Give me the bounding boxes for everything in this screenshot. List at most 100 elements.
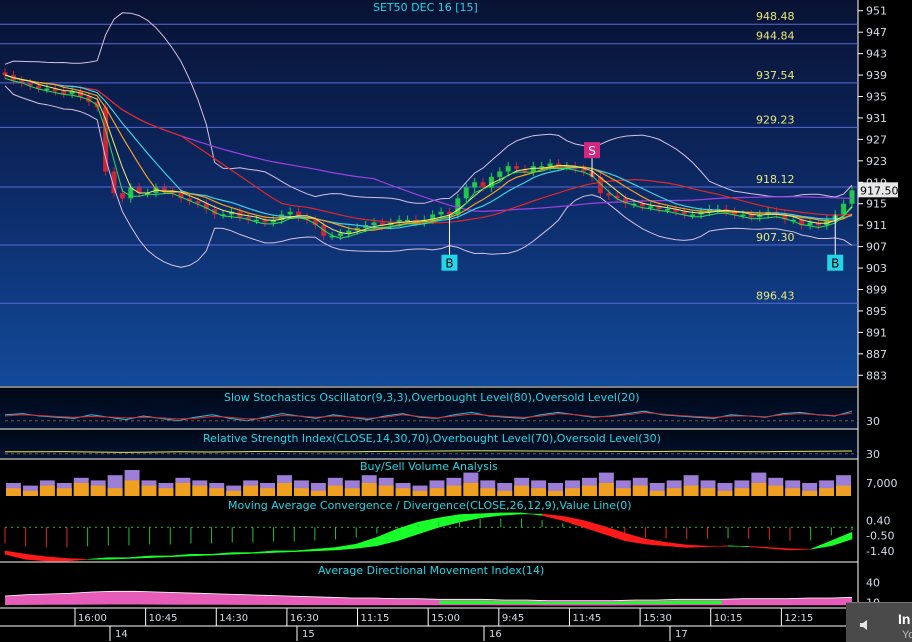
price-tick-label: 891 — [866, 326, 887, 339]
candle-body — [690, 214, 696, 216]
volume-buy-bar — [802, 490, 818, 496]
candle-body — [841, 203, 847, 215]
time-tick-label: 11:15 — [361, 613, 390, 624]
candle-body — [497, 171, 503, 177]
volume-buy-bar — [836, 485, 851, 496]
main-chart-title: SET50 DEC 16 [15] — [373, 1, 478, 14]
volume-buy-bar — [310, 490, 326, 496]
time-tick-label: 15:00 — [431, 613, 460, 624]
macd-tick-label: -0.50 — [866, 530, 894, 543]
candle-body — [665, 209, 671, 211]
volume-buy-bar — [497, 490, 513, 496]
volume-buy-bar — [226, 490, 242, 496]
macd-tick-label: 0.40 — [866, 514, 891, 527]
volume-buy-bar — [22, 490, 38, 496]
volume-buy-bar — [463, 483, 479, 496]
signal-label: B — [831, 257, 839, 271]
candle-body — [740, 214, 746, 216]
level-label: 948.48 — [756, 10, 795, 23]
volume-buy-bar — [548, 490, 564, 496]
volume-buy-bar — [615, 488, 631, 496]
candle-body — [119, 193, 125, 199]
price-tick-label: 951 — [866, 5, 887, 18]
candle-body — [472, 182, 478, 188]
level-label: 929.23 — [756, 113, 795, 126]
candle-body — [371, 222, 377, 226]
candle-body — [681, 211, 687, 215]
time-tick-label: 16:30 — [290, 613, 319, 624]
volume-buy-bar — [565, 488, 580, 496]
level-label: 944.84 — [756, 30, 795, 43]
volume-buy-bar — [293, 488, 309, 496]
rsi-title: Relative Strength Index(CLOSE,14,30,70),… — [203, 432, 661, 445]
volume-buy-bar — [39, 485, 55, 496]
volume-buy-bar — [683, 485, 699, 496]
rsi-tick-label: 30 — [866, 448, 880, 461]
volume-buy-bar — [768, 485, 784, 496]
volume-buy-bar — [107, 488, 123, 496]
date-tick-label: 15 — [302, 629, 315, 640]
volume-buy-bar — [751, 483, 767, 496]
volume-buy-bar — [514, 485, 530, 496]
candle-body — [480, 182, 486, 188]
price-tick-label: 907 — [866, 241, 887, 254]
price-tick-label: 899 — [866, 284, 887, 297]
candle-body — [103, 107, 109, 172]
price-tick-label: 903 — [866, 262, 887, 275]
macd-title: Moving Average Convergence / Divergence(… — [228, 499, 632, 512]
volume-buy-bar — [158, 488, 174, 496]
signal-label: S — [588, 144, 596, 158]
volume-buy-bar — [666, 488, 682, 496]
volume-buy-bar — [429, 488, 445, 496]
candle-body — [161, 187, 167, 191]
volume-buy-bar — [243, 485, 259, 496]
volume-buy-bar — [480, 488, 496, 496]
date-tick-label: 16 — [489, 629, 502, 640]
candle-body — [505, 166, 511, 172]
widget-sublabel: Yo — [902, 629, 912, 641]
volume-buy-bar — [531, 488, 547, 496]
speaker-icon — [860, 620, 867, 630]
price-tick-label: 895 — [866, 305, 887, 318]
volume-buy-bar — [141, 485, 157, 496]
volume-buy-bar — [581, 485, 597, 496]
volume-buy-bar — [90, 485, 106, 496]
time-tick-label: 10:45 — [149, 613, 178, 624]
volume-buy-bar — [819, 488, 835, 496]
price-tick-label: 935 — [866, 91, 887, 104]
volume-buy-bar — [598, 483, 614, 496]
volume-tick-label: 7,000 — [866, 477, 898, 490]
volume-buy-bar — [378, 485, 394, 496]
volume-buy-bar — [327, 485, 343, 496]
level-label: 937.54 — [756, 69, 795, 82]
level-label: 918.12 — [756, 173, 795, 186]
notification-widget[interactable]: In Yo — [846, 602, 912, 642]
stochastic-title: Slow Stochastics Oscillator(9,3,3),Overb… — [224, 391, 640, 404]
candle-body — [346, 230, 352, 234]
adx-title: Average Directional Movement Index(14) — [318, 564, 544, 577]
candle-body — [2, 72, 8, 76]
time-tick-label: 15:30 — [643, 613, 672, 624]
candle-body — [438, 211, 444, 215]
time-tick-label: 9:45 — [502, 613, 524, 624]
candle-body — [463, 187, 469, 199]
candle-body — [337, 233, 343, 236]
level-label: 896.43 — [756, 289, 795, 302]
level-label: 907.30 — [756, 231, 795, 244]
candle-body — [547, 163, 553, 167]
date-tick-label: 17 — [675, 629, 688, 640]
candle-body — [648, 206, 654, 208]
adx-tick-label: 40 — [866, 577, 880, 590]
volume-title: Buy/Sell Volume Analysis — [360, 460, 498, 473]
volume-buy-bar — [124, 480, 140, 496]
volume-buy-bar — [734, 488, 750, 496]
volume-buy-bar — [56, 488, 72, 496]
volume-buy-bar — [192, 485, 208, 496]
time-tick-label: 14:30 — [219, 613, 248, 624]
price-tick-label: 887 — [866, 348, 887, 361]
time-tick-label: 16:00 — [78, 613, 107, 624]
signal-label: B — [445, 257, 453, 271]
stochastic-tick-label: 30 — [866, 415, 880, 428]
price-tick-label: 939 — [866, 69, 887, 82]
candle-body — [287, 211, 293, 215]
